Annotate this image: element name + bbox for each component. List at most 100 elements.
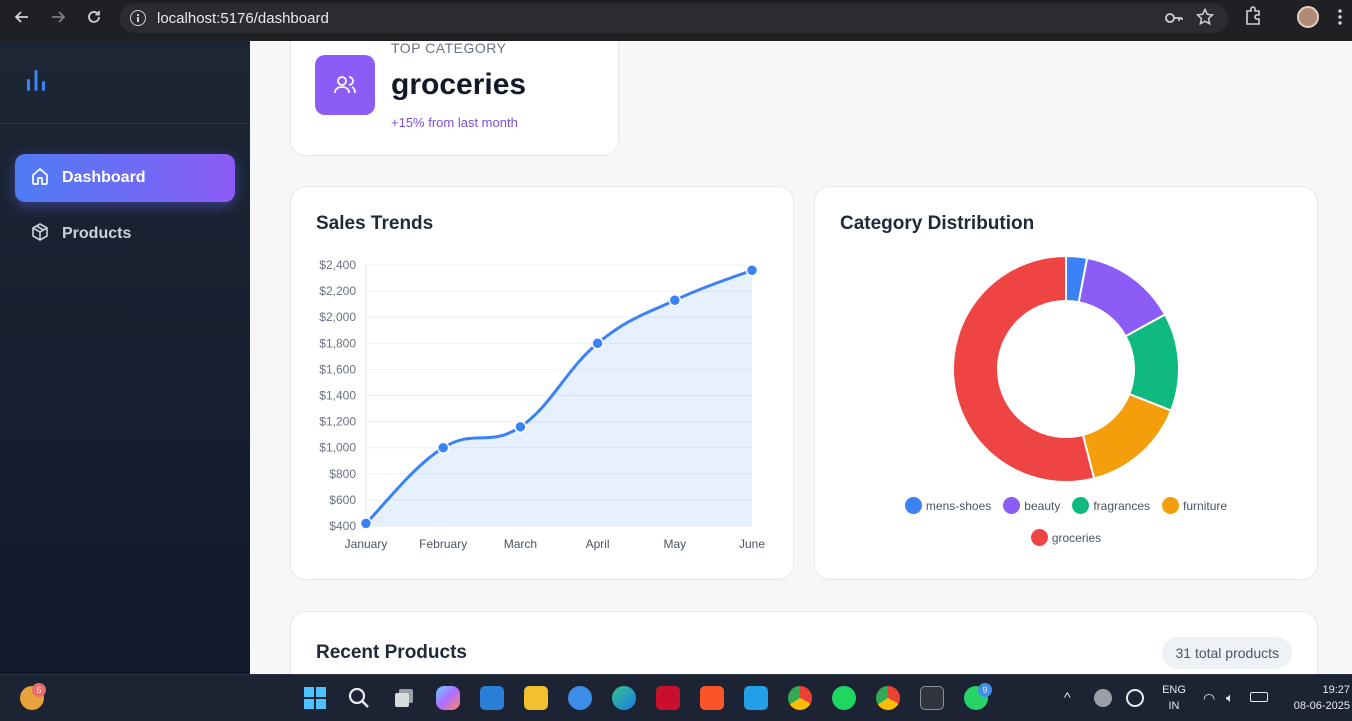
total-products-badge: 31 total products <box>1162 637 1292 669</box>
sales-line-chart: $400 $600 $800 $1,000 $1,200 $1,400 $1,600 $1,8… <box>319 258 765 551</box>
onedrive-icon[interactable] <box>1094 689 1112 707</box>
legend-label: fragrances <box>1093 498 1151 513</box>
area-fill <box>366 270 752 526</box>
address-bar[interactable]: localhost:5176/dashboard <box>120 3 1228 33</box>
data-point <box>668 293 682 307</box>
spotify-icon[interactable] <box>832 686 856 710</box>
clock-date[interactable]: 08-06-2025 <box>1282 700 1350 712</box>
legend-swatch <box>1162 497 1180 514</box>
stat-value: groceries <box>391 68 527 101</box>
top-category-card: TOP CATEGORY groceries +15% from last mo… <box>290 41 619 156</box>
copilot-icon[interactable] <box>436 686 460 710</box>
main-content: TOP CATEGORY groceries +15% from last mo… <box>250 41 1352 674</box>
reload-icon <box>88 11 100 23</box>
y-tick-label: $400 <box>329 519 356 533</box>
weather-badge: 6 <box>32 683 46 697</box>
category-distribution-card: Category Distribution mens-shoes beauty … <box>814 186 1318 580</box>
whatsapp-badge: 9 <box>978 683 992 697</box>
language-top[interactable]: ENG <box>1160 684 1188 696</box>
sidebar-item-dashboard[interactable]: Dashboard <box>15 154 235 202</box>
vscode-icon[interactable] <box>744 686 768 710</box>
y-tick-label: $1,800 <box>319 336 356 350</box>
x-tick-label: April <box>586 537 610 551</box>
y-tick-label: $1,000 <box>319 441 356 455</box>
x-tick-label: March <box>504 537 537 551</box>
sales-trends-card: Sales Trends $400 $600 $800 $1,000 $1,200 $1,… <box>290 186 794 580</box>
sidebar: CRM System Dashboard Products <box>0 41 250 674</box>
legend-swatch <box>1030 529 1048 546</box>
task-view-icon[interactable] <box>392 686 416 710</box>
bar-chart-logo-icon <box>25 67 47 98</box>
legend-item[interactable]: beauty <box>1003 497 1060 514</box>
store-icon[interactable] <box>480 686 504 710</box>
stat-label: TOP CATEGORY <box>391 41 507 56</box>
back-button[interactable] <box>10 5 34 29</box>
bookmark-star-icon[interactable] <box>1195 7 1215 31</box>
legend-label: groceries <box>1051 530 1102 545</box>
data-point <box>436 441 450 454</box>
data-point <box>359 517 373 530</box>
chrome-icon[interactable] <box>788 686 812 710</box>
search-icon[interactable] <box>347 686 371 710</box>
sync-icon[interactable] <box>1126 689 1144 707</box>
legend-swatch <box>1003 497 1021 514</box>
legend-item[interactable]: furniture <box>1162 497 1227 514</box>
more-menu-icon[interactable] <box>1337 8 1343 31</box>
y-tick-label: $1,200 <box>319 415 356 429</box>
volume-icon[interactable]: 🔈︎ <box>1226 690 1234 706</box>
sidebar-item-label: Dashboard <box>62 169 146 186</box>
y-tick-label: $600 <box>329 493 356 507</box>
x-tick-label: June <box>739 537 765 551</box>
site-info-icon[interactable] <box>130 10 146 26</box>
legend-row-2: groceries <box>815 529 1317 546</box>
data-point <box>514 420 527 434</box>
battery-icon[interactable] <box>1250 692 1268 702</box>
terminal-icon[interactable] <box>920 686 944 710</box>
edge-icon[interactable] <box>612 686 636 710</box>
data-point <box>591 337 604 350</box>
language-bottom[interactable]: IN <box>1160 700 1188 712</box>
mcafee-icon[interactable] <box>656 686 680 710</box>
legend-item[interactable]: fragrances <box>1072 497 1150 514</box>
windows-start-icon[interactable] <box>303 686 327 710</box>
browser-toolbar: localhost:5176/dashboard <box>0 0 1352 41</box>
y-tick-label: $1,600 <box>319 362 356 376</box>
box-icon <box>30 222 50 247</box>
extensions-icon[interactable] <box>1244 5 1264 32</box>
chrome-profile-icon[interactable] <box>876 686 900 710</box>
card-title: Recent Products <box>316 642 467 663</box>
y-tick-label: $1,400 <box>319 389 356 403</box>
legend-label: beauty <box>1024 498 1061 513</box>
brand-title: CRM System <box>63 70 186 93</box>
legend-swatch <box>1072 497 1090 514</box>
stat-change: +15% from last month <box>391 115 518 130</box>
y-tick-label: $2,200 <box>319 284 356 298</box>
url-text: localhost:5176/dashboard <box>157 9 329 27</box>
legend-row-1: mens-shoes beauty fragrances furniture <box>815 497 1317 514</box>
legend-item[interactable]: mens-shoes <box>904 497 992 514</box>
data-point <box>745 263 759 277</box>
file-explorer-icon[interactable] <box>524 686 548 710</box>
forward-button[interactable] <box>46 5 70 29</box>
stat-icon-badge <box>315 55 375 115</box>
brand: CRM System <box>0 41 250 124</box>
arrow-left-icon <box>14 11 28 23</box>
clock-time[interactable]: 19:27 <box>1282 684 1350 696</box>
wifi-icon[interactable]: ◠ <box>1203 690 1215 707</box>
legend-item[interactable]: groceries <box>1030 529 1102 546</box>
x-tick-label: January <box>345 537 388 551</box>
help-icon[interactable] <box>568 686 592 710</box>
brave-icon[interactable] <box>700 686 724 710</box>
card-title: Category Distribution <box>840 213 1035 234</box>
taskbar: 6 9 ^ ENG IN ◠ 🔈︎ 19:27 08-06-2025 <box>0 674 1352 721</box>
password-key-icon[interactable] <box>1164 9 1184 32</box>
legend-label: furniture <box>1183 498 1228 513</box>
x-tick-label: February <box>419 537 467 551</box>
legend-label: mens-shoes <box>925 498 992 513</box>
reload-button[interactable] <box>82 5 106 29</box>
sidebar-item-products[interactable]: Products <box>15 210 235 258</box>
chevron-up-icon[interactable]: ^ <box>1064 689 1071 705</box>
profile-avatar[interactable] <box>1297 6 1319 28</box>
legend-swatch <box>904 497 922 514</box>
donut-slice-furniture <box>1081 392 1173 480</box>
